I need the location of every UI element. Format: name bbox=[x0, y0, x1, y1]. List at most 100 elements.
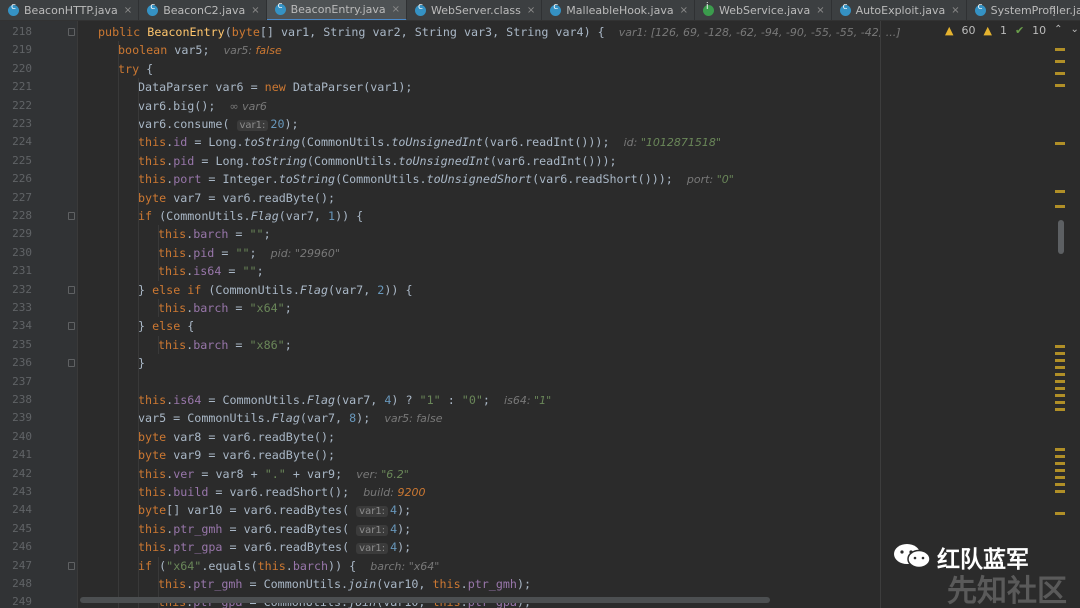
close-tab-icon[interactable]: × bbox=[816, 5, 824, 16]
tab-7[interactable]: SystemProfiler.java× bbox=[967, 0, 1080, 20]
close-tab-icon[interactable]: × bbox=[951, 5, 959, 16]
warning-mark[interactable] bbox=[1055, 455, 1065, 458]
vertical-scrollbar-thumb[interactable] bbox=[1058, 220, 1064, 254]
tab-label: BeaconEntry.java bbox=[290, 3, 386, 16]
line-number: 222 bbox=[12, 98, 32, 112]
fold-icon[interactable] bbox=[68, 28, 75, 36]
warning-mark[interactable] bbox=[1055, 394, 1065, 397]
warning-mark[interactable] bbox=[1055, 48, 1065, 51]
code-line[interactable]: byte var8 = var6.readByte(); bbox=[138, 428, 335, 446]
close-tab-icon[interactable]: × bbox=[527, 5, 535, 16]
close-tab-icon[interactable]: × bbox=[392, 4, 400, 15]
more-actions-icon[interactable]: ⋮ bbox=[1048, 4, 1060, 18]
close-tab-icon[interactable]: × bbox=[251, 5, 259, 16]
tab-6[interactable]: AutoExploit.java × bbox=[832, 0, 967, 20]
warning-mark[interactable] bbox=[1055, 345, 1065, 348]
code-line[interactable]: try { bbox=[118, 60, 153, 78]
tab-1[interactable]: BeaconC2.java × bbox=[139, 0, 267, 20]
code-line[interactable]: this.barch = ""; bbox=[158, 225, 271, 243]
warning-mark[interactable] bbox=[1055, 476, 1065, 479]
line-number: 231 bbox=[12, 264, 32, 278]
warning-mark[interactable] bbox=[1055, 142, 1065, 145]
code-line[interactable]: byte var9 = var6.readByte(); bbox=[138, 446, 335, 464]
code-line[interactable]: this.ptr_gmh = var6.readBytes( var1: 4); bbox=[138, 520, 411, 538]
code-line[interactable]: var6.consume( var1: 20); bbox=[138, 115, 299, 133]
code-line[interactable]: this.ptr_gmh = CommonUtils.join(var10, t… bbox=[158, 575, 531, 593]
tab-5[interactable]: WebService.java × bbox=[695, 0, 832, 20]
tab-2[interactable]: BeaconEntry.java × bbox=[266, 0, 408, 20]
tab-0[interactable]: BeaconHTTP.java × bbox=[0, 0, 140, 20]
warning-mark[interactable] bbox=[1055, 72, 1065, 75]
close-tab-icon[interactable]: × bbox=[124, 5, 132, 16]
code-line[interactable]: boolean var5; var5: false bbox=[118, 41, 282, 59]
code-line[interactable]: public BeaconEntry(byte[] var1, String v… bbox=[98, 23, 901, 41]
code-line[interactable]: this.port = Integer.toString(CommonUtils… bbox=[138, 170, 734, 188]
watermark-site: 先知社区 bbox=[947, 574, 1067, 608]
class-icon bbox=[415, 2, 427, 16]
tab-4[interactable]: MalleableHook.java × bbox=[542, 0, 695, 20]
code-line[interactable]: } else { bbox=[138, 317, 194, 335]
class-icon bbox=[274, 1, 286, 15]
code-line[interactable]: this.pid = ""; pid: "29960" bbox=[158, 244, 340, 262]
line-number: 248 bbox=[12, 577, 32, 590]
code-line[interactable]: if (CommonUtils.Flag(var7, 1)) { bbox=[138, 207, 363, 225]
horizontal-scrollbar-thumb[interactable] bbox=[80, 597, 770, 603]
warning-mark[interactable] bbox=[1055, 448, 1065, 451]
warning-mark[interactable] bbox=[1055, 380, 1065, 383]
close-tab-icon[interactable]: × bbox=[680, 5, 688, 16]
fold-icon[interactable] bbox=[68, 561, 75, 570]
warning-mark[interactable] bbox=[1055, 190, 1065, 193]
warning-mark[interactable] bbox=[1055, 483, 1065, 486]
tab-label: BeaconHTTP.java bbox=[24, 4, 118, 17]
code-line[interactable]: this.barch = "x64"; bbox=[158, 299, 292, 317]
warning-mark[interactable] bbox=[1055, 512, 1065, 515]
warning-mark[interactable] bbox=[1055, 387, 1065, 390]
code-line[interactable]: } else if (CommonUtils.Flag(var7, 2)) { bbox=[138, 281, 412, 299]
warning-mark[interactable] bbox=[1055, 366, 1065, 369]
warning-mark[interactable] bbox=[1055, 401, 1065, 404]
warning-mark[interactable] bbox=[1055, 469, 1065, 472]
code-line[interactable]: var6.big(); ∞ var6 bbox=[138, 97, 267, 115]
code-line[interactable]: DataParser var6 = new DataParser(var1); bbox=[138, 78, 412, 96]
code-editor[interactable]: public BeaconEntry(byte[] var1, String v… bbox=[78, 21, 1078, 608]
warning-mark[interactable] bbox=[1055, 408, 1065, 411]
code-line[interactable]: this.build = var6.readShort(); build: 92… bbox=[138, 483, 425, 501]
line-number: 228 bbox=[12, 209, 32, 222]
tab-label: AutoExploit.java bbox=[855, 4, 946, 17]
tab-label: BeaconC2.java bbox=[163, 4, 246, 17]
next-problem-icon[interactable]: ⌄ bbox=[1071, 24, 1079, 37]
warning-mark[interactable] bbox=[1055, 490, 1065, 493]
code-line[interactable]: this.barch = "x86"; bbox=[158, 336, 292, 354]
warning-mark[interactable] bbox=[1055, 352, 1065, 355]
tab-3[interactable]: WebServer.class × bbox=[407, 0, 543, 20]
code-line[interactable]: var5 = CommonUtils.Flag(var7, 8); var5: … bbox=[138, 409, 442, 427]
code-line[interactable]: this.is64 = ""; bbox=[158, 262, 264, 280]
previous-problem-icon[interactable]: ⌃ bbox=[1054, 24, 1062, 37]
warning-mark[interactable] bbox=[1055, 60, 1065, 63]
code-line[interactable]: this.pid = Long.toString(CommonUtils.toU… bbox=[138, 152, 617, 170]
class-icon bbox=[8, 2, 19, 16]
code-line[interactable]: this.id = Long.toString(CommonUtils.toUn… bbox=[138, 133, 721, 151]
code-line[interactable]: this.ver = var8 + "." + var9; ver: "6.2" bbox=[138, 465, 409, 483]
code-line[interactable]: byte[] var10 = var6.readBytes( var1: 4); bbox=[138, 501, 411, 519]
code-line[interactable]: if ("x64".equals(this.barch)) { barch: "… bbox=[138, 557, 439, 575]
line-number: 218 bbox=[12, 25, 32, 38]
fold-icon[interactable] bbox=[68, 212, 75, 220]
warning-mark[interactable] bbox=[1055, 462, 1065, 465]
inspection-widget[interactable]: ▲ 60 ▲ 1 ✔ 10 ⌃ ⌄ bbox=[945, 24, 1079, 37]
warning-mark[interactable] bbox=[1055, 84, 1065, 87]
code-line[interactable]: this.ptr_gpa = var6.readBytes( var1: 4); bbox=[138, 538, 411, 556]
warning-mark[interactable] bbox=[1055, 359, 1065, 362]
warning-mark[interactable] bbox=[1055, 205, 1065, 208]
code-line[interactable]: this.is64 = CommonUtils.Flag(var7, 4) ? … bbox=[138, 391, 551, 409]
line-number: 220 bbox=[12, 61, 32, 75]
warning-mark[interactable] bbox=[1055, 373, 1065, 376]
weak-warning-count: 1 bbox=[999, 24, 1007, 37]
code-line[interactable]: byte var7 = var6.readByte(); bbox=[138, 189, 335, 207]
line-number: 221 bbox=[12, 80, 32, 94]
code-line[interactable]: } bbox=[138, 354, 145, 372]
fold-icon[interactable] bbox=[68, 285, 75, 294]
fold-icon[interactable] bbox=[68, 322, 75, 331]
fold-icon[interactable] bbox=[68, 359, 75, 368]
class-icon bbox=[550, 2, 562, 16]
